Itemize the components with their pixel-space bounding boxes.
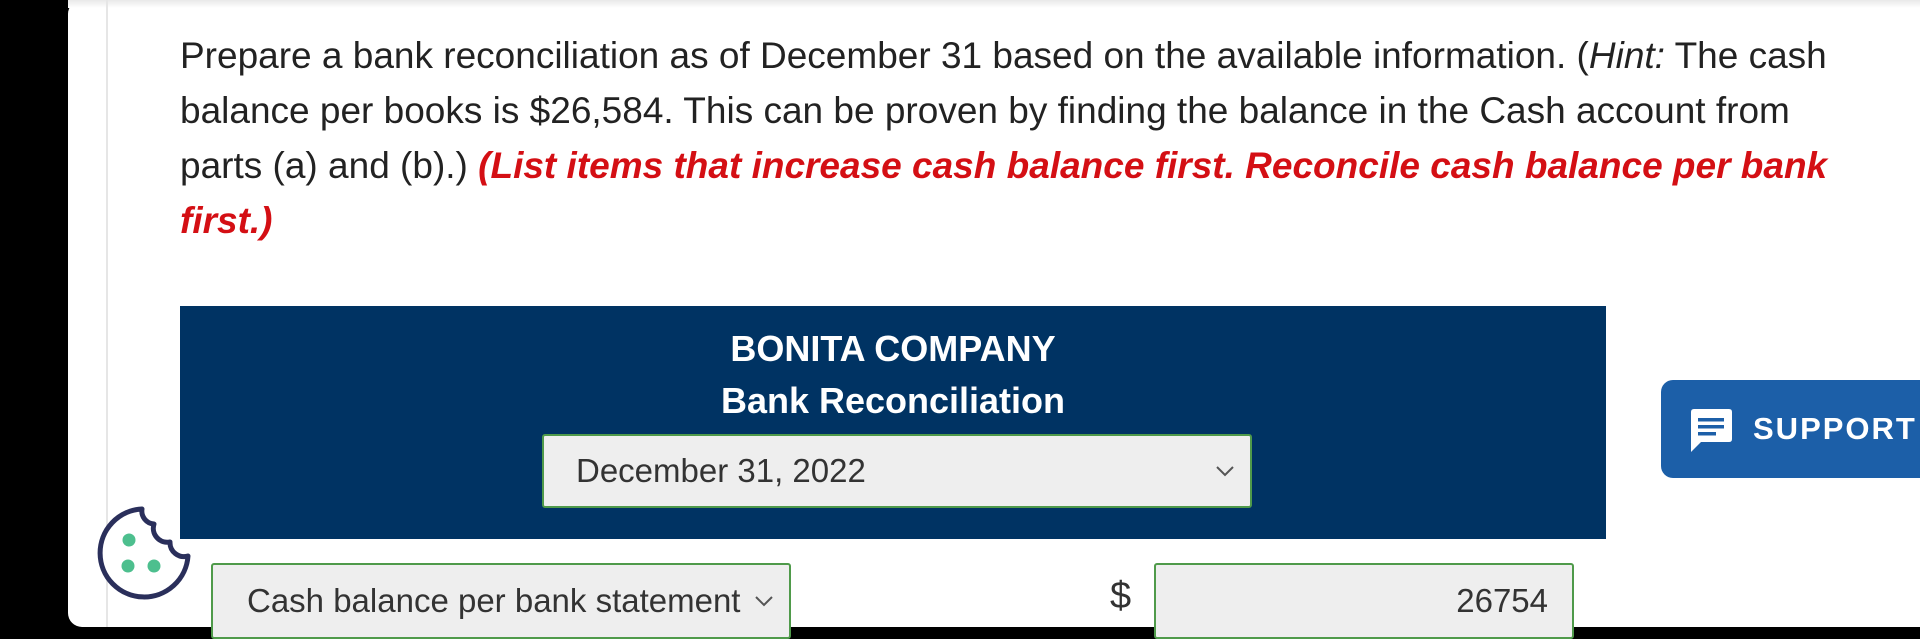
cookie-icon[interactable] (96, 504, 194, 602)
report-title: Bank Reconciliation (720, 380, 1066, 421)
chevron-down-icon (1216, 466, 1234, 477)
support-label: SUPPORT (1753, 411, 1917, 446)
question-text-part1: Prepare a bank reconciliation as of Dece… (180, 35, 1589, 76)
support-button[interactable]: SUPPORT (1661, 380, 1920, 478)
reconciliation-item-select[interactable]: Cash balance per bank statement (211, 563, 791, 639)
chevron-down-icon (755, 596, 773, 607)
reconciliation-header: BONITA COMPANY Bank Reconciliation Decem… (180, 306, 1606, 539)
question-text: Prepare a bank reconciliation as of Dece… (180, 28, 1880, 248)
date-select-value: December 31, 2022 (576, 452, 866, 489)
card-top-shadow (68, 0, 1920, 8)
currency-symbol: $ (1110, 575, 1132, 617)
amount-input[interactable] (1154, 563, 1574, 639)
chat-bubble-icon (1691, 409, 1732, 452)
item-select-value: Cash balance per bank statement (247, 582, 741, 619)
company-name: BONITA COMPANY (730, 328, 1056, 369)
date-select[interactable]: December 31, 2022 (542, 434, 1252, 508)
hint-label: Hint: (1588, 35, 1665, 76)
